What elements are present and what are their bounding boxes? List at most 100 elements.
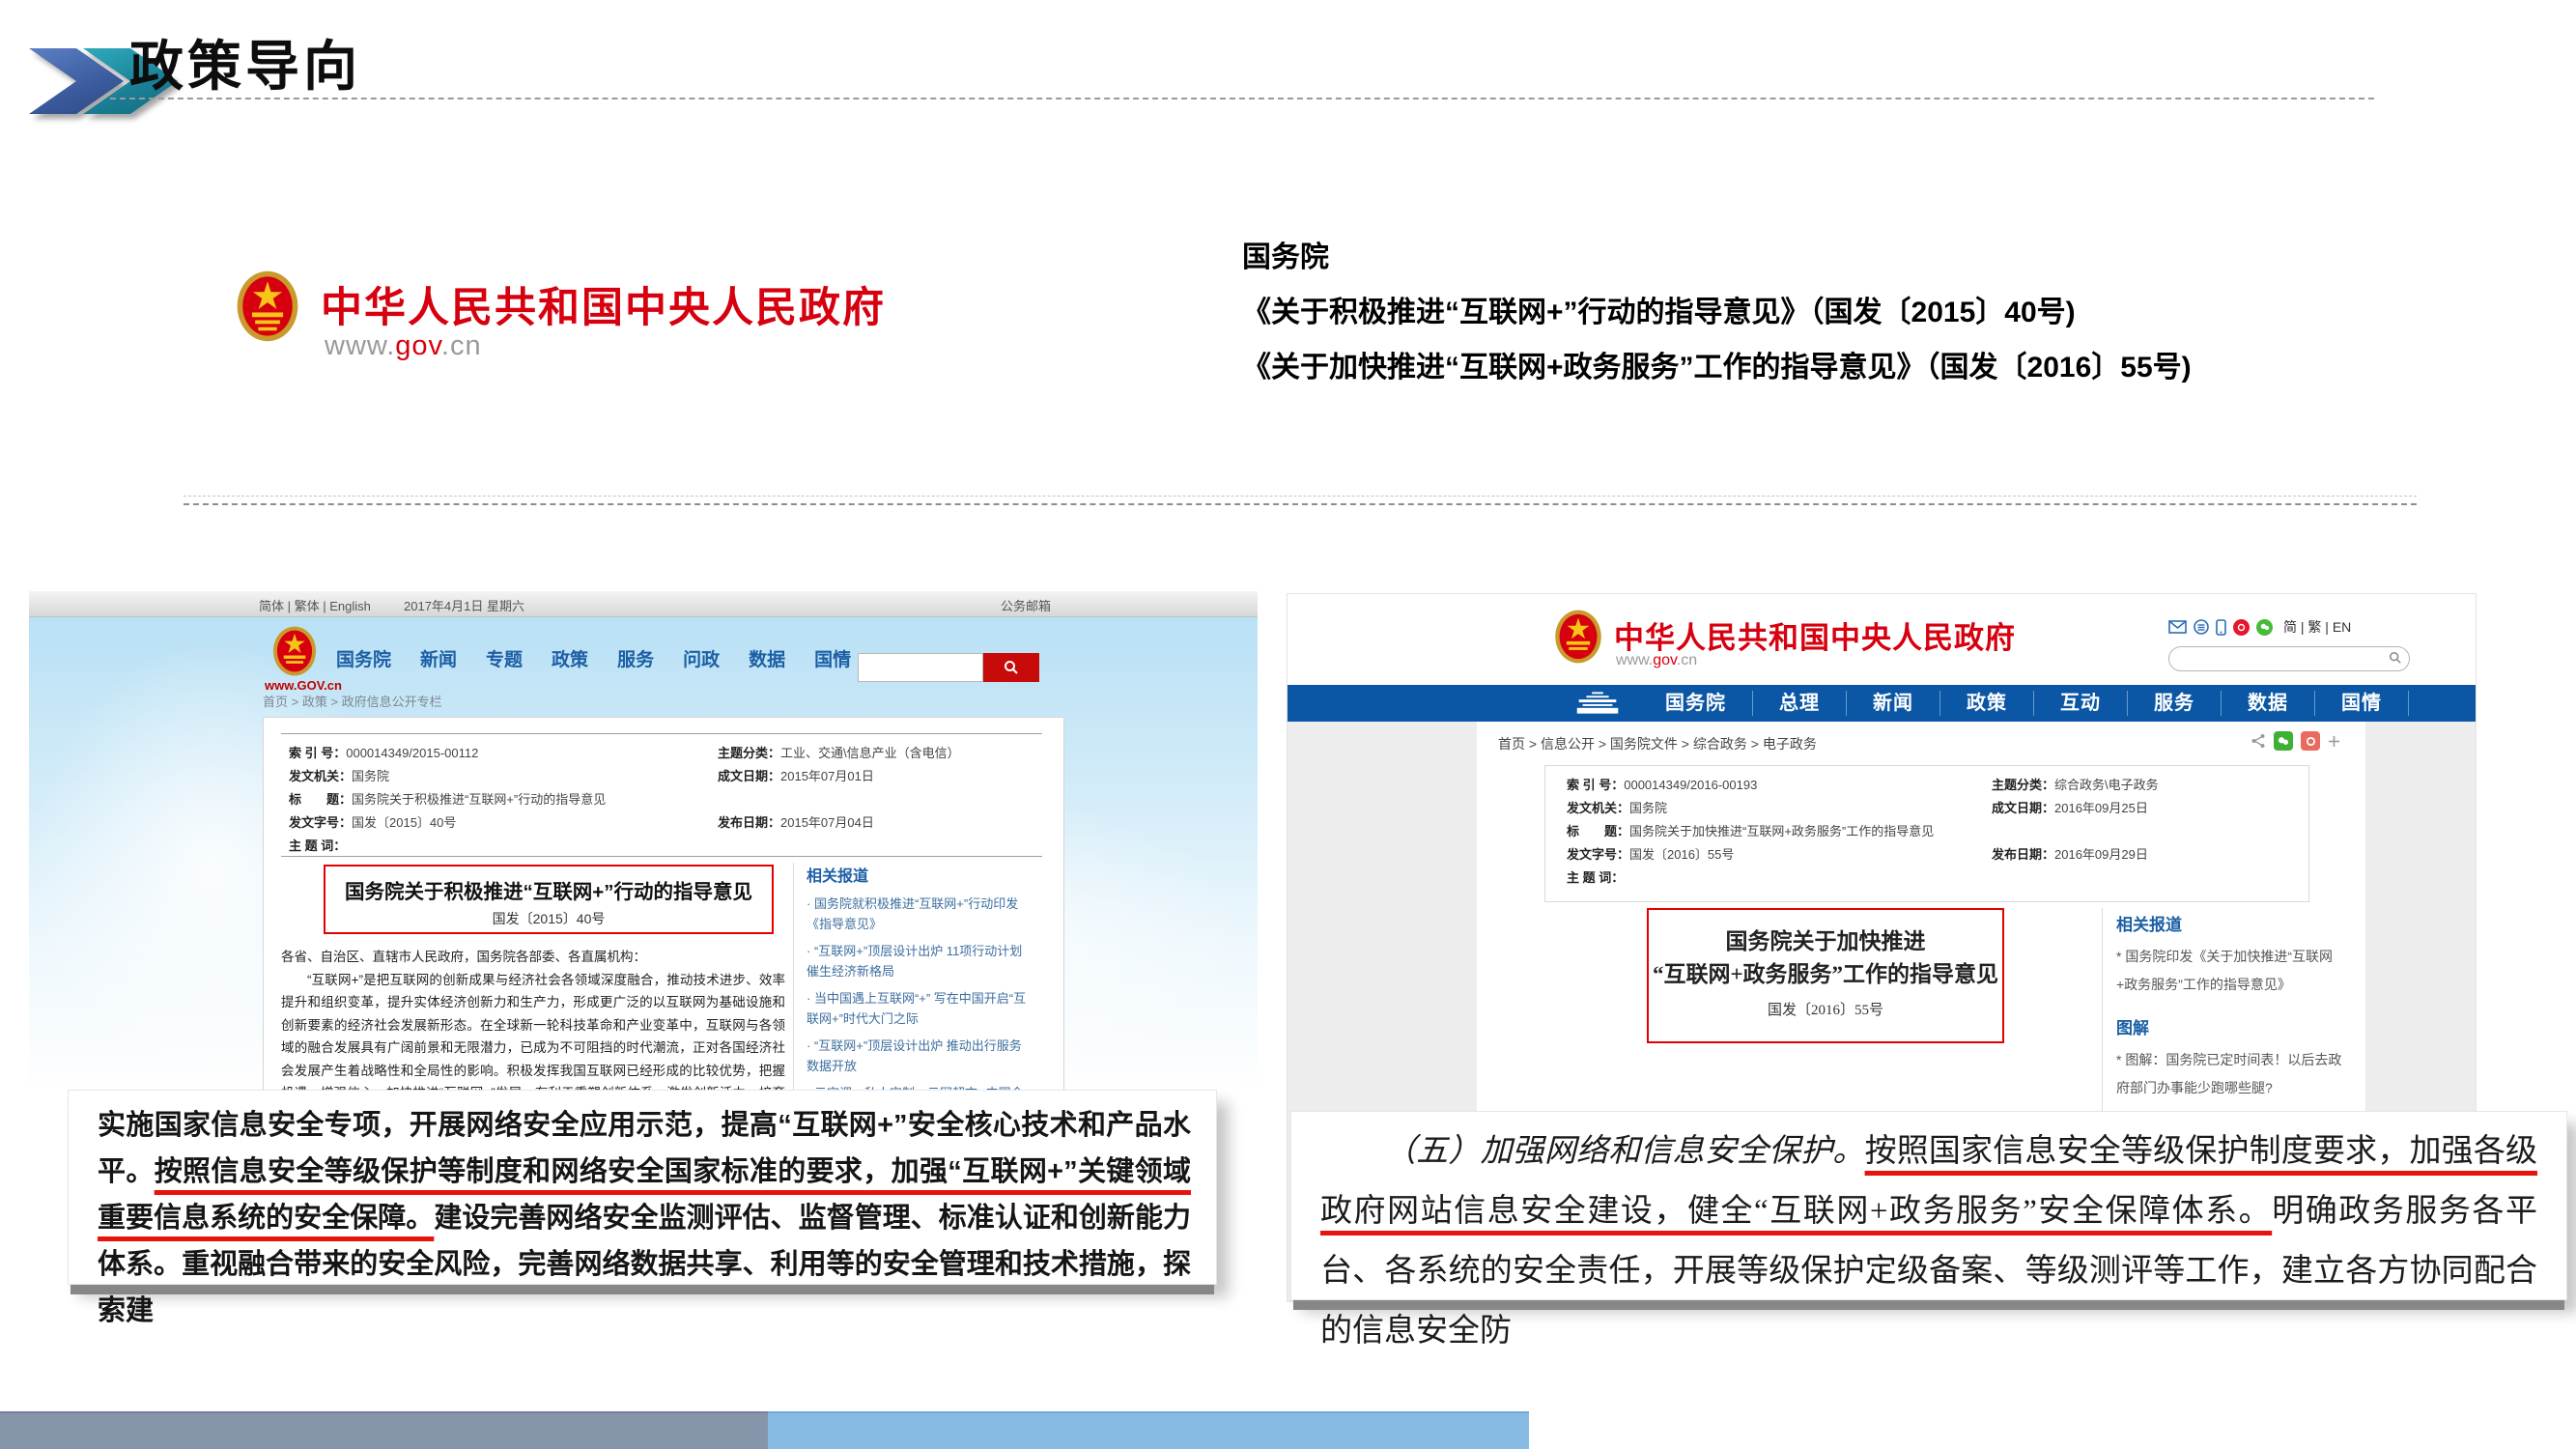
document-title-line1: 国务院关于加快推进: [1649, 925, 2002, 958]
page-title: 政策导向: [129, 23, 361, 101]
url-gov: gov: [1653, 652, 1677, 668]
search-icon: [2389, 651, 2402, 665]
wechat-share-icon[interactable]: [2274, 731, 2293, 751]
footer-bar-gray: [0, 1411, 768, 1449]
nav-item[interactable]: 互动: [2034, 691, 2128, 716]
left-site-document-panel: 索 引 号：000014349/2015-00112 发文机关：国务院 标 题：…: [263, 717, 1064, 1097]
sidebar-divider: [793, 863, 794, 1093]
nav-item[interactable]: 服务: [2128, 691, 2222, 716]
meta-value: 2016年09月29日: [2054, 843, 2148, 867]
nav-item[interactable]: 问政: [683, 645, 720, 671]
divider-dashed-top: [110, 98, 2374, 99]
meta-col-right: 主题分类：综合政务\电子政务 成文日期：2016年09月25日 发布日期：201…: [1992, 774, 2159, 867]
meta-label: 发文字号：: [289, 811, 352, 835]
policy-doc-2: 《关于加快推进“互联网+政务服务”工作的指导意见》（国发〔2016〕55号): [1242, 340, 2192, 395]
meta-label: 发布日期：: [718, 811, 780, 835]
list-icon[interactable]: [2194, 619, 2209, 635]
nav-item[interactable]: 国务院: [1639, 691, 1753, 716]
meta-value: 综合政务\电子政务: [2054, 774, 2159, 797]
tiananmen-icon[interactable]: [1570, 691, 1626, 716]
right-site-utility-icons: 简 | 繁 | EN: [2168, 617, 2351, 637]
document-body: 各省、自治区、直辖市人民政府，国务院各部委、各直属机构： “互联网+”是把互联网…: [281, 946, 785, 1097]
meta-value: 国发〔2016〕55号: [1629, 843, 1734, 867]
more-share-icon[interactable]: [2328, 735, 2340, 748]
body-paragraph: “互联网+”是把互联网的创新成果与经济社会各领域深度融合，推动技术进步、效率提升…: [281, 969, 785, 1098]
right-site-emblem-icon: [1554, 610, 1602, 668]
mail-icon[interactable]: [2168, 620, 2187, 634]
nav-item[interactable]: 新闻: [1847, 691, 1940, 716]
related-news-link[interactable]: · “互联网+”顶层设计出炉 推动出行服务数据开放: [807, 1036, 1031, 1076]
gov-banner-url: www.gov.cn: [325, 330, 482, 362]
weibo-share-icon[interactable]: [2301, 731, 2320, 751]
share-icon[interactable]: [2250, 733, 2266, 749]
left-site-emblem-icon: [272, 626, 317, 681]
meta-value: 000014349/2016-00193: [1624, 774, 1757, 797]
meta-value: 000014349/2015-00112: [346, 742, 478, 765]
url-www: www.: [1616, 652, 1653, 668]
related-news-link[interactable]: · “互联网+”顶层设计出炉 11项行动计划催生经济新格局: [807, 941, 1031, 981]
meta-label: 成文日期：: [1992, 797, 2054, 820]
document-meta-box: 索 引 号：000014349/2016-00193 发文机关：国务院 标 题：…: [1544, 765, 2309, 902]
meta-value: 国务院关于积极推进“互联网+”行动的指导意见: [352, 788, 606, 811]
meta-label: 主题分类：: [1992, 774, 2054, 797]
document-number: 国发〔2016〕55号: [1649, 999, 2002, 1019]
breadcrumb[interactable]: 首页 > 政策 > 政府信息公开专栏: [263, 692, 442, 710]
related-news-link[interactable]: * 国务院印发《关于加快推进“互联网+政务服务”工作的指导意见》: [2116, 943, 2346, 999]
document-title-box: 国务院关于加快推进 “互联网+政务服务”工作的指导意见 国发〔2016〕55号: [1647, 908, 2004, 1043]
nav-item[interactable]: 国情: [2315, 691, 2409, 716]
nav-item[interactable]: 政策: [1940, 691, 2034, 716]
document-number: 国发〔2015〕40号: [326, 909, 772, 928]
document-title-box: 国务院关于积极推进“互联网+”行动的指导意见 国发〔2015〕40号: [324, 865, 774, 934]
nav-item[interactable]: 数据: [749, 645, 785, 671]
nav-item[interactable]: 新闻: [420, 645, 457, 671]
meta-label: 发文字号：: [1567, 843, 1629, 867]
nav-item[interactable]: 国务院: [336, 645, 391, 671]
related-news-title: 相关报道: [807, 863, 1031, 886]
document-title: 国务院关于积极推进“互联网+”行动的指导意见: [326, 875, 772, 904]
share-toolbar: [2250, 731, 2340, 751]
meta-value: 2015年07月04日: [780, 811, 874, 835]
search-icon: [1004, 660, 1019, 675]
mobile-icon[interactable]: [2216, 619, 2226, 636]
meta-label: 成文日期：: [718, 765, 780, 788]
language-switch[interactable]: 简 | 繁 | EN: [2283, 617, 2351, 637]
related-news-link[interactable]: · 当中国遇上互联网“+” 写在中国开启“互联网+”时代大门之际: [807, 988, 1031, 1029]
meta-label: 发文机关：: [1567, 797, 1629, 820]
right-site-url: www.gov.cn: [1616, 652, 1697, 669]
left-site-search: [858, 653, 1039, 682]
policy-doc-1: 《关于积极推进“互联网+”行动的指导意见》（国发〔2015〕40号): [1242, 285, 2192, 340]
salutation: 各省、自治区、直辖市人民政府，国务院各部委、各直属机构：: [281, 946, 785, 969]
gov-banner-title: 中华人民共和国中央人民政府: [321, 274, 886, 334]
divider-dashed-mid-light: [184, 496, 2417, 497]
quote-text-italic: （五）加强网络和信息安全保护。: [1384, 1134, 1865, 1169]
url-gov: gov: [395, 330, 441, 361]
nav-item[interactable]: 专题: [486, 645, 523, 671]
left-quote-callout: 实施国家信息安全专项，开展网络安全应用示范，提高“互联网+”安全核心技术和产品水…: [68, 1090, 1217, 1285]
search-input[interactable]: [858, 653, 983, 682]
infographic-link[interactable]: * 图解：国务院已定时间表！以后去政府部门办事能少跑哪些腿?: [2116, 1046, 2346, 1102]
right-site-header: 中华人民共和国中央人民政府 www.gov.cn 简 | 繁 | EN: [1288, 594, 2476, 685]
breadcrumb[interactable]: 首页 > 信息公开 > 国务院文件 > 综合政务 > 电子政务: [1498, 734, 1817, 753]
nav-item[interactable]: 服务: [617, 645, 654, 671]
nav-item[interactable]: 国情: [814, 645, 851, 671]
search-button[interactable]: [983, 653, 1039, 682]
language-switch[interactable]: 简体 | 繁体 | English: [259, 596, 371, 614]
related-news-title: 相关报道: [2116, 911, 2346, 935]
nav-item[interactable]: 数据: [2222, 691, 2315, 716]
policy-issuer: 国务院: [1242, 230, 2192, 285]
related-news-link[interactable]: · 国务院就积极推进“互联网+”行动印发《指导意见》: [807, 894, 1031, 934]
nav-item[interactable]: 总理: [1753, 691, 1847, 716]
meta-value: 工业、交通\信息产业（含电信）: [780, 742, 960, 765]
document-title-line2: “互联网+政务服务”工作的指导意见: [1649, 958, 2002, 991]
meta-label: 主题分类：: [718, 742, 780, 765]
search-input[interactable]: [2168, 646, 2410, 671]
wechat-icon[interactable]: [2256, 619, 2273, 636]
meta-value: 国务院: [1629, 797, 1667, 820]
official-mail-link[interactable]: 公务邮箱: [1001, 596, 1051, 614]
left-site-logo-url: www.GOV.cn: [265, 678, 342, 693]
weibo-icon[interactable]: [2233, 619, 2250, 636]
meta-label: 索 引 号：: [289, 742, 346, 765]
meta-label: 发文机关：: [289, 765, 352, 788]
nav-item[interactable]: 政策: [552, 645, 588, 671]
meta-value: 2016年09月25日: [2054, 797, 2148, 820]
